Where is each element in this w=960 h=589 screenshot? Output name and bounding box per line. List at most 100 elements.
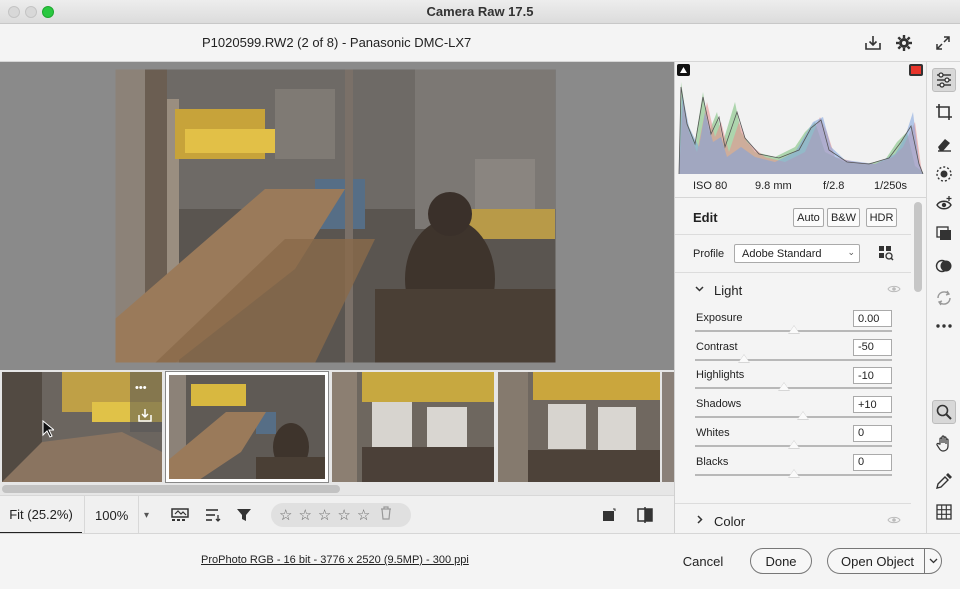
- eraser-icon[interactable]: [932, 132, 956, 156]
- masking-icon[interactable]: [932, 162, 956, 186]
- filter-icon[interactable]: [233, 504, 255, 526]
- filmstrip-thumbnail-selected[interactable]: [166, 372, 328, 482]
- rating-star-4[interactable]: ☆: [337, 506, 350, 524]
- slider-value-input[interactable]: 0.00: [853, 310, 892, 327]
- slider-track[interactable]: [695, 382, 892, 392]
- profile-row: Profile Adobe Standard ⌄: [675, 235, 911, 273]
- slider-value-input[interactable]: -50: [853, 338, 892, 356]
- black-white-button[interactable]: B&W: [827, 208, 860, 227]
- file-header: P1020599.RW2 (2 of 8) - Panasonic DMC-LX…: [0, 24, 960, 62]
- hdr-button[interactable]: HDR: [866, 208, 897, 227]
- edit-title: Edit: [693, 210, 718, 225]
- slider-track[interactable]: [695, 325, 892, 334]
- red-eye-icon[interactable]: [932, 192, 956, 216]
- main-photo-preview[interactable]: [115, 69, 556, 363]
- slider-value-input[interactable]: -10: [853, 367, 892, 385]
- thumbnail-more-icon[interactable]: •••: [135, 382, 147, 394]
- thumbnail-save-icon[interactable]: [135, 405, 155, 425]
- workflow-options-link[interactable]: ProPhoto RGB - 16 bit - 3776 x 2520 (9.5…: [201, 554, 469, 566]
- white-balance-eyedropper-icon[interactable]: [932, 469, 956, 493]
- zoom-tool-icon[interactable]: [932, 400, 956, 424]
- filmstrip-thumbnail[interactable]: [332, 372, 494, 482]
- crop-icon[interactable]: [932, 100, 956, 124]
- tool-rail: [926, 62, 960, 533]
- grid-overlay-icon[interactable]: [932, 500, 956, 524]
- presets-icon[interactable]: [932, 254, 956, 278]
- highlight-clipping-icon[interactable]: [909, 64, 923, 76]
- settings-gear-icon[interactable]: [893, 32, 915, 54]
- slider-label: Highlights: [696, 369, 745, 382]
- section-divider: [675, 503, 911, 504]
- done-button[interactable]: Done: [750, 548, 812, 574]
- filmstrip-scrollbar[interactable]: [2, 485, 340, 493]
- filmstrip: •••: [0, 370, 674, 495]
- slider-handle[interactable]: [777, 382, 790, 392]
- edit-panel: ISO 80 9.8 mm f/2.8 1/250s Edit Auto B&W…: [674, 62, 927, 534]
- filmstrip-thumbnail[interactable]: •••: [2, 372, 162, 482]
- image-filename: P1020599.RW2 (2 of 8) - Panasonic DMC-LX…: [202, 35, 472, 50]
- visibility-eye-icon[interactable]: [887, 514, 901, 528]
- slider-value-input[interactable]: 0: [853, 453, 892, 471]
- open-options-dropdown-icon[interactable]: [924, 548, 942, 574]
- rating-star-2[interactable]: ☆: [298, 506, 311, 524]
- filmstrip-thumbnail[interactable]: [662, 372, 674, 482]
- more-options-icon[interactable]: [932, 314, 956, 338]
- slider-label: Whites: [696, 426, 730, 439]
- slider-handle[interactable]: [787, 325, 800, 334]
- rating-star-5[interactable]: ☆: [357, 506, 370, 524]
- open-object-button[interactable]: Open Object: [827, 548, 927, 574]
- slider-label: Exposure: [696, 312, 743, 324]
- cancel-button[interactable]: Cancel: [672, 548, 734, 574]
- window-title: Camera Raw 17.5: [426, 4, 534, 19]
- rating-star-3[interactable]: ☆: [318, 506, 331, 524]
- sync-icon[interactable]: [932, 286, 956, 310]
- slider-handle[interactable]: [787, 468, 800, 478]
- profile-label: Profile: [693, 248, 725, 260]
- chevron-right-icon: [694, 514, 705, 528]
- save-image-icon[interactable]: [862, 32, 884, 54]
- histogram[interactable]: [675, 62, 927, 175]
- star-rating: ☆ ☆ ☆ ☆ ☆: [271, 503, 411, 527]
- filmstrip-thumbnail[interactable]: [498, 372, 660, 482]
- chevron-down-icon: ⌄: [847, 247, 855, 257]
- profile-select[interactable]: Adobe Standard ⌄: [734, 244, 860, 263]
- slider-blacks: Blacks 0: [675, 453, 911, 483]
- edit-panel-scrollbar[interactable]: [914, 202, 922, 292]
- shadow-clipping-icon[interactable]: [677, 64, 690, 76]
- rating-star-1[interactable]: ☆: [279, 506, 292, 524]
- slider-whites: Whites 0: [675, 424, 911, 454]
- hand-tool-icon[interactable]: [932, 431, 956, 455]
- filmstrip-view-icon[interactable]: [169, 504, 191, 526]
- zoom-dropdown-icon[interactable]: ▾: [138, 496, 154, 534]
- slider-value-input[interactable]: +10: [853, 396, 892, 414]
- delete-trash-icon[interactable]: [380, 506, 392, 524]
- color-section-header[interactable]: Color: [675, 508, 911, 534]
- exif-shutter: 1/250s: [874, 180, 908, 192]
- auto-button[interactable]: Auto: [793, 208, 824, 227]
- compare-view-icon[interactable]: [634, 504, 656, 526]
- slider-track[interactable]: [695, 468, 892, 478]
- slider-handle[interactable]: [787, 439, 800, 449]
- light-section-title: Light: [714, 283, 743, 298]
- slider-label: Shadows: [696, 398, 742, 411]
- window-titlebar: Camera Raw 17.5: [0, 0, 960, 24]
- exif-focal-length: 9.8 mm: [755, 180, 792, 192]
- slider-handle[interactable]: [797, 411, 810, 421]
- slider-track[interactable]: [695, 353, 892, 363]
- image-preview-area[interactable]: [0, 62, 674, 370]
- light-section-header[interactable]: Light: [675, 277, 911, 303]
- fullscreen-icon[interactable]: [932, 32, 954, 54]
- profile-browser-icon[interactable]: [878, 245, 894, 264]
- zoom-fit-button[interactable]: Fit (25.2%): [0, 496, 82, 534]
- slider-value-input[interactable]: 0: [853, 424, 892, 442]
- slider-handle[interactable]: [738, 353, 751, 363]
- edit-sliders-icon[interactable]: [932, 68, 956, 92]
- slider-track[interactable]: [695, 411, 892, 421]
- snapshots-icon[interactable]: [932, 222, 956, 246]
- slider-track[interactable]: [695, 439, 892, 449]
- sort-icon[interactable]: [202, 504, 224, 526]
- chevron-down-icon: [694, 283, 705, 297]
- dialog-footer: ProPhoto RGB - 16 bit - 3776 x 2520 (9.5…: [0, 533, 960, 589]
- before-after-toggle-icon[interactable]: [598, 504, 620, 526]
- visibility-eye-icon[interactable]: [887, 283, 901, 297]
